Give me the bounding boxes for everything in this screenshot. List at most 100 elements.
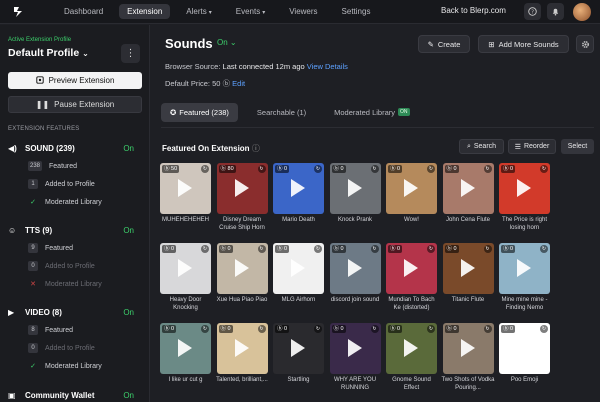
gear-icon[interactable] xyxy=(576,35,594,53)
avatar[interactable] xyxy=(573,3,591,21)
play-icon[interactable] xyxy=(178,259,192,277)
nav-item-settings[interactable]: Settings xyxy=(334,4,379,19)
play-icon[interactable] xyxy=(291,179,305,197)
sound-thumbnail[interactable]: ⓑ 0 ↻ xyxy=(273,243,324,294)
sound-thumbnail[interactable]: ⓑ 0 ↻ xyxy=(499,243,550,294)
view-details-link[interactable]: View Details xyxy=(307,62,348,71)
nav-item-extension[interactable]: Extension xyxy=(119,4,171,19)
play-icon[interactable] xyxy=(404,179,418,197)
play-icon[interactable] xyxy=(234,339,249,357)
feature-wallet[interactable]: ▣ Community Wallet On xyxy=(8,388,142,402)
replay-icon[interactable]: ↻ xyxy=(540,165,548,173)
replay-icon[interactable]: ↻ xyxy=(314,165,322,173)
replay-icon[interactable]: ↻ xyxy=(314,325,322,333)
sound-thumbnail[interactable]: ⓑ 0 ↻ xyxy=(329,163,381,214)
tab-moderated-library[interactable]: Moderated Library ON xyxy=(325,103,418,122)
play-icon[interactable] xyxy=(347,259,362,277)
replay-icon[interactable]: ↻ xyxy=(201,165,209,173)
feature-video[interactable]: ▶ VIDEO (8) On xyxy=(8,305,142,319)
play-icon[interactable] xyxy=(404,339,418,357)
play-icon[interactable] xyxy=(291,339,305,357)
replay-icon[interactable]: ↻ xyxy=(540,325,548,333)
play-icon[interactable] xyxy=(234,259,249,277)
replay-icon[interactable]: ↻ xyxy=(370,165,379,173)
info-icon[interactable]: ⓘ xyxy=(252,144,260,153)
replay-icon[interactable]: ↻ xyxy=(540,245,548,253)
tab-searchable[interactable]: Searchable (1) xyxy=(248,103,315,122)
replay-icon[interactable]: ↻ xyxy=(427,245,435,253)
play-icon[interactable] xyxy=(517,339,531,357)
play-icon[interactable] xyxy=(460,259,475,277)
replay-icon[interactable]: ↻ xyxy=(201,325,209,333)
nav-item-dashboard[interactable]: Dashboard xyxy=(56,4,111,19)
nav-item-alerts[interactable]: Alerts ▾ xyxy=(178,4,219,19)
sound-thumbnail[interactable]: ⓑ 0 ↻ xyxy=(386,243,437,294)
kebab-menu-icon[interactable]: ⋮ xyxy=(121,44,140,63)
replay-icon[interactable]: ↻ xyxy=(257,165,266,173)
feature-sub-item[interactable]: 1 Added to Profile xyxy=(28,178,95,190)
feature-sub-item[interactable]: ✓ Moderated Library xyxy=(28,196,102,208)
sound-thumbnail[interactable]: ⓑ 0 ↻ xyxy=(386,323,437,374)
add-more-sounds-button[interactable]: ⊞ Add More Sounds xyxy=(478,35,569,53)
play-icon[interactable] xyxy=(517,179,531,197)
play-icon[interactable] xyxy=(347,179,362,197)
feature-sub-item[interactable]: 8 Featured xyxy=(28,324,73,336)
replay-icon[interactable]: ↻ xyxy=(257,245,266,253)
feature-sub-item[interactable]: 238 Featured xyxy=(28,160,77,172)
feature-sub-item[interactable]: 0 Added to Profile xyxy=(28,260,95,272)
replay-icon[interactable]: ↻ xyxy=(370,245,379,253)
sound-thumbnail[interactable]: ⓑ 0 ↻ xyxy=(329,243,381,294)
sound-thumbnail[interactable]: ⓑ 50 ↻ xyxy=(160,163,211,214)
play-icon[interactable] xyxy=(178,179,192,197)
play-icon[interactable] xyxy=(404,259,418,277)
sound-thumbnail[interactable]: ⓑ 0 ↻ xyxy=(499,323,550,374)
search-button[interactable]: ⌕ Search xyxy=(459,139,504,154)
pause-extension-button[interactable]: ❚❚ Pause Extension xyxy=(8,96,142,113)
feature-sound[interactable]: ◀) SOUND (239) On xyxy=(8,141,142,155)
help-icon[interactable]: ? xyxy=(524,3,541,20)
sound-thumbnail[interactable]: ⓑ 0 ↻ xyxy=(160,243,211,294)
play-icon[interactable] xyxy=(517,259,531,277)
select-button[interactable]: Select xyxy=(561,139,594,154)
replay-icon[interactable]: ↻ xyxy=(257,325,266,333)
bell-icon[interactable] xyxy=(547,3,564,20)
sound-thumbnail[interactable]: ⓑ 0 ↻ xyxy=(216,323,268,374)
sound-thumbnail[interactable]: ⓑ 0 ↻ xyxy=(329,323,381,374)
blerp-logo-icon[interactable] xyxy=(12,5,26,19)
create-button[interactable]: ✎ Create xyxy=(418,35,470,53)
sound-thumbnail[interactable]: ⓑ 0 ↻ xyxy=(160,323,211,374)
feature-sub-item[interactable]: ✕ Moderated Library xyxy=(28,278,102,290)
replay-icon[interactable]: ↻ xyxy=(483,245,492,253)
replay-icon[interactable]: ↻ xyxy=(483,165,492,173)
edit-price-link[interactable]: Edit xyxy=(232,79,245,88)
nav-item-events[interactable]: Events ▾ xyxy=(228,4,273,19)
reorder-button[interactable]: ☰ Reorder xyxy=(508,139,556,154)
nav-item-viewers[interactable]: Viewers xyxy=(281,4,325,19)
replay-icon[interactable]: ↻ xyxy=(201,245,209,253)
feature-sub-item[interactable]: ✓ Moderated Library xyxy=(28,360,102,372)
sound-thumbnail[interactable]: ⓑ 80 ↻ xyxy=(216,163,268,214)
replay-icon[interactable]: ↻ xyxy=(314,245,322,253)
play-icon[interactable] xyxy=(460,339,475,357)
play-icon[interactable] xyxy=(460,179,475,197)
sound-thumbnail[interactable]: ⓑ 0 ↻ xyxy=(442,163,494,214)
sound-thumbnail[interactable]: ⓑ 0 ↻ xyxy=(386,163,437,214)
replay-icon[interactable]: ↻ xyxy=(427,325,435,333)
tab-featured[interactable]: ✪ Featured (238) xyxy=(161,102,238,122)
feature-sub-item[interactable]: 9 Featured xyxy=(28,242,73,254)
sounds-status-dropdown[interactable]: On ⌄ xyxy=(217,38,237,47)
replay-icon[interactable]: ↻ xyxy=(370,325,379,333)
sound-thumbnail[interactable]: ⓑ 0 ↻ xyxy=(273,323,324,374)
replay-icon[interactable]: ↻ xyxy=(427,165,435,173)
sound-thumbnail[interactable]: ⓑ 0 ↻ xyxy=(216,243,268,294)
feature-sub-item[interactable]: 0 Added to Profile xyxy=(28,342,95,354)
play-icon[interactable] xyxy=(234,179,249,197)
back-to-blerp-link[interactable]: Back to Blerp.com xyxy=(441,6,506,15)
play-icon[interactable] xyxy=(347,339,362,357)
replay-icon[interactable]: ↻ xyxy=(483,325,492,333)
play-icon[interactable] xyxy=(291,259,305,277)
sound-thumbnail[interactable]: ⓑ 0 ↻ xyxy=(499,163,550,214)
sound-thumbnail[interactable]: ⓑ 0 ↻ xyxy=(442,243,494,294)
sound-thumbnail[interactable]: ⓑ 0 ↻ xyxy=(442,323,494,374)
play-icon[interactable] xyxy=(178,339,192,357)
